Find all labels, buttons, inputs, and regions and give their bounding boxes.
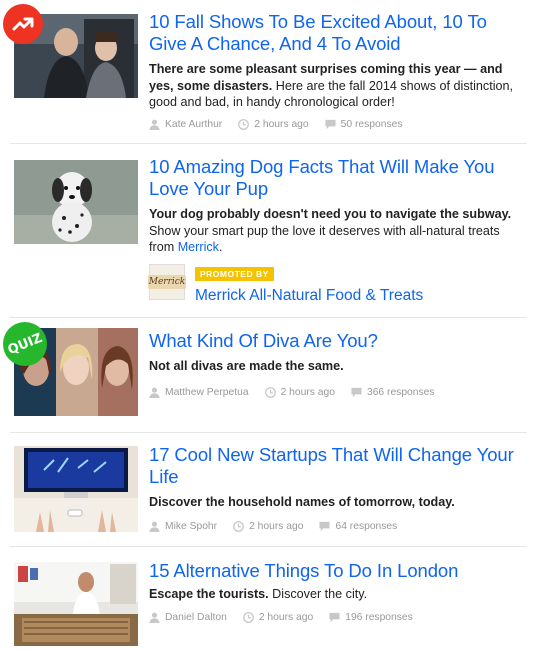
article-item: 17 Cool New Startups That Will Change Yo…: [0, 434, 535, 548]
quiz-badge-label: QUIZ: [5, 330, 45, 358]
author-name[interactable]: Daniel Dalton: [165, 612, 227, 623]
article-title[interactable]: 17 Cool New Startups That Will Change Yo…: [149, 444, 527, 488]
comment-icon: [319, 521, 331, 531]
clock-icon: [238, 118, 250, 130]
timestamp: 2 hours ago: [258, 611, 314, 623]
article-meta: Kate Aurthur 2 hours ago 50 responses: [149, 119, 527, 130]
clock-icon: [242, 611, 254, 623]
comment-icon: [351, 387, 362, 397]
trending-badge: [3, 4, 43, 44]
clock-icon: [264, 386, 276, 398]
article-meta: Daniel Dalton 2 hours ago 196 responses: [149, 612, 527, 623]
article-thumbnail[interactable]: [14, 160, 138, 244]
article-item: 15 Alternative Things To Do In London Es…: [0, 548, 535, 650]
author-name[interactable]: Matthew Perpetua: [165, 387, 249, 398]
divider: [10, 546, 527, 547]
trending-arrow-icon: [12, 17, 34, 31]
article-item: 10 Amazing Dog Facts That Will Make You …: [0, 144, 535, 318]
author-name[interactable]: Kate Aurthur: [165, 119, 222, 130]
user-icon: [149, 521, 160, 532]
description-lead: Discover the household names of tomorrow…: [149, 495, 455, 509]
article-title[interactable]: 10 Fall Shows To Be Excited About, 10 To…: [149, 11, 527, 55]
sponsor-logo-text: Merrick: [147, 275, 187, 289]
timestamp: 2 hours ago: [280, 386, 335, 398]
article-description: There are some pleasant surprises coming…: [149, 61, 527, 111]
article-description: Escape the tourists. Discover the city.: [149, 586, 527, 603]
article-title[interactable]: 15 Alternative Things To Do In London: [149, 560, 527, 582]
article-item: QUIZ What Kind Of Diva Are You? Not all …: [0, 315, 535, 440]
responses-count[interactable]: 366 responses: [367, 387, 435, 398]
clock-icon: [233, 520, 244, 532]
article-description: Not all divas are made the same.: [149, 358, 527, 375]
comment-icon: [329, 612, 340, 622]
timestamp: 2 hours ago: [254, 118, 309, 130]
description-lead: Not all divas are made the same.: [149, 359, 344, 373]
user-icon: [149, 119, 160, 130]
timestamp: 2 hours ago: [249, 520, 304, 532]
author-name[interactable]: Mike Spohr: [165, 521, 217, 532]
description-lead: Escape the tourists.: [149, 587, 269, 601]
description-text: Discover the city.: [268, 587, 368, 601]
promoted-tag: PROMOTED BY: [195, 267, 274, 281]
description-end: .: [218, 240, 223, 254]
user-icon: [149, 387, 160, 398]
article-item: 10 Fall Shows To Be Excited About, 10 To…: [0, 0, 535, 144]
article-description: Your dog probably doesn't need you to na…: [149, 206, 527, 256]
divider: [10, 432, 527, 433]
article-title[interactable]: 10 Amazing Dog Facts That Will Make You …: [149, 156, 527, 200]
responses-count[interactable]: 64 responses: [335, 521, 397, 532]
article-title[interactable]: What Kind Of Diva Are You?: [149, 330, 527, 352]
promoted-by: Merrick PROMOTED BY Merrick All-Natural …: [147, 264, 423, 305]
article-description: Discover the household names of tomorrow…: [149, 494, 527, 511]
sponsor-link[interactable]: Merrick: [178, 240, 219, 254]
sponsor-logo[interactable]: Merrick: [147, 264, 187, 300]
article-meta: Mike Spohr 2 hours ago 64 responses: [149, 521, 527, 532]
responses-count[interactable]: 50 responses: [341, 119, 403, 130]
user-icon: [149, 612, 160, 623]
description-lead: Your dog probably doesn't need you to na…: [149, 207, 512, 221]
article-thumbnail[interactable]: [14, 446, 138, 532]
responses-count[interactable]: 196 responses: [345, 612, 413, 623]
comment-icon: [325, 119, 336, 129]
article-thumbnail[interactable]: [14, 562, 138, 646]
article-meta: Matthew Perpetua 2 hours ago 366 respons…: [149, 387, 527, 398]
sponsor-name[interactable]: Merrick All-Natural Food & Treats: [195, 287, 423, 305]
